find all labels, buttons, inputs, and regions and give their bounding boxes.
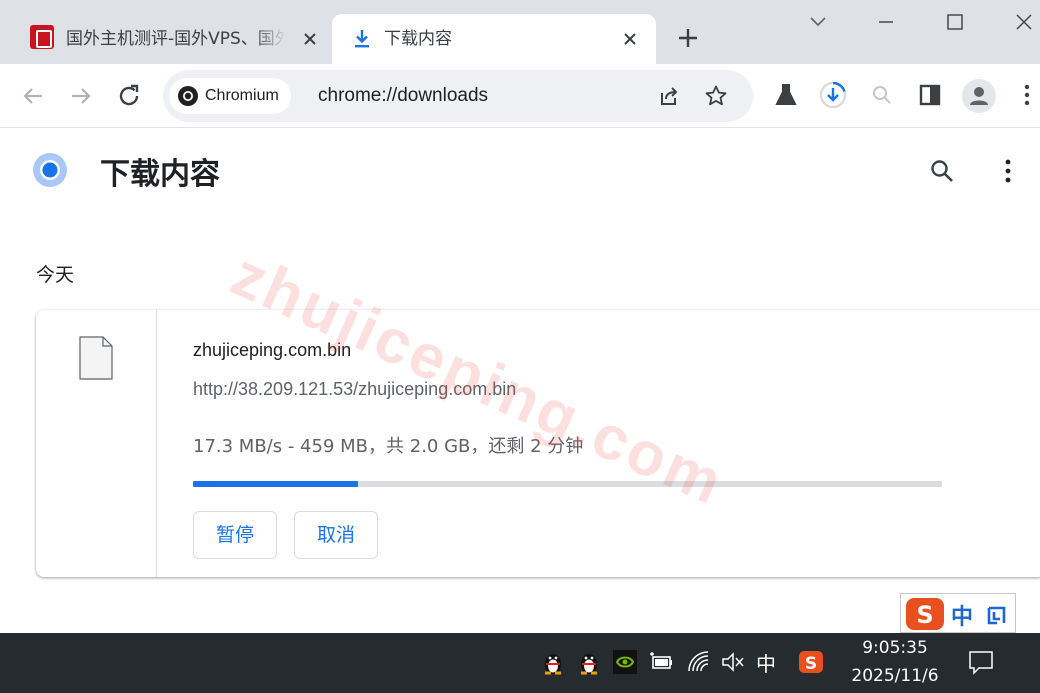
- page-title: 下载内容: [100, 157, 220, 192]
- chromium-logo-icon: [33, 153, 67, 187]
- tab-title: 国外主机测评-国外VPS、国外: [66, 29, 286, 49]
- download-progress-bar: [193, 481, 942, 487]
- ime-language-indicator[interactable]: 中: [756, 648, 776, 677]
- reload-icon[interactable]: [113, 80, 145, 112]
- back-arrow-icon[interactable]: [17, 80, 49, 112]
- maximize-icon[interactable]: [939, 8, 971, 36]
- ime-mode-text[interactable]: 中: [951, 599, 973, 631]
- card-divider: [156, 310, 157, 577]
- side-panel-icon[interactable]: [915, 80, 945, 110]
- tab-search-chevron-icon[interactable]: [802, 8, 834, 36]
- svg-text:S: S: [805, 654, 817, 674]
- new-tab-plus-icon[interactable]: [674, 24, 702, 52]
- tab-zhujiceping[interactable]: 国外主机测评-国外VPS、国外: [14, 14, 332, 64]
- profile-avatar[interactable]: [962, 79, 996, 113]
- ime-punctuation-icon[interactable]: [985, 602, 1009, 626]
- pause-button[interactable]: 暂停: [193, 511, 278, 559]
- qq-penguin-icon[interactable]: [576, 649, 602, 675]
- chromium-page-chip[interactable]: Chromium: [169, 78, 291, 114]
- labs-flask-icon[interactable]: [771, 80, 801, 110]
- svg-text:S: S: [916, 601, 933, 629]
- tab-downloads[interactable]: 下载内容: [332, 14, 656, 64]
- tab-strip: 国外主机测评-国外VPS、国外 下载内容: [0, 0, 1040, 64]
- download-icon: [355, 30, 369, 48]
- nvidia-icon[interactable]: [612, 649, 638, 675]
- close-window-icon[interactable]: [1008, 8, 1040, 36]
- date-section-header: 今天: [36, 264, 75, 286]
- sogou-logo-icon: S: [906, 598, 944, 630]
- taskbar: 中 S 9:05:35 2025/11/6: [0, 633, 1040, 693]
- file-icon: [79, 336, 113, 380]
- tab-title: 下载内容: [384, 29, 452, 49]
- more-actions-icon[interactable]: [994, 157, 1022, 185]
- browser-toolbar: Chromium chrome://downloads: [0, 64, 1040, 128]
- progress-fill: [193, 481, 358, 487]
- search-icon[interactable]: [867, 80, 897, 110]
- person-icon: [970, 87, 988, 105]
- chip-label: Chromium: [205, 87, 279, 104]
- battery-plug-icon[interactable]: [648, 649, 674, 675]
- url-text[interactable]: chrome://downloads: [318, 70, 488, 122]
- site-favicon-icon: [30, 25, 54, 49]
- notification-center-icon[interactable]: [968, 649, 994, 675]
- downloads-page: 下载内容 今天 zhujiceping.com.bin http://38.20…: [0, 129, 1040, 633]
- search-downloads-icon[interactable]: [928, 157, 956, 185]
- close-tab-icon[interactable]: [298, 27, 322, 51]
- clock-date[interactable]: 2025/11/6: [842, 666, 948, 686]
- more-menu-icon[interactable]: [1012, 80, 1040, 110]
- chromium-logo-icon: [178, 86, 198, 106]
- ime-floating-bar[interactable]: S 中: [900, 593, 1016, 633]
- bookmark-star-icon[interactable]: [704, 84, 728, 108]
- volume-muted-icon[interactable]: [720, 649, 746, 675]
- cancel-button[interactable]: 取消: [294, 511, 379, 559]
- minimize-icon[interactable]: [870, 8, 902, 36]
- clock-time[interactable]: 9:05:35: [850, 638, 940, 658]
- wifi-icon[interactable]: [686, 649, 712, 675]
- address-bar[interactable]: Chromium chrome://downloads: [163, 70, 753, 122]
- forward-arrow-icon[interactable]: [65, 80, 97, 112]
- download-progress-icon[interactable]: [818, 80, 848, 110]
- qq-penguin-icon[interactable]: [540, 649, 566, 675]
- share-icon[interactable]: [656, 84, 680, 108]
- sogou-tray-icon[interactable]: S: [798, 649, 824, 675]
- close-tab-icon[interactable]: [618, 27, 642, 51]
